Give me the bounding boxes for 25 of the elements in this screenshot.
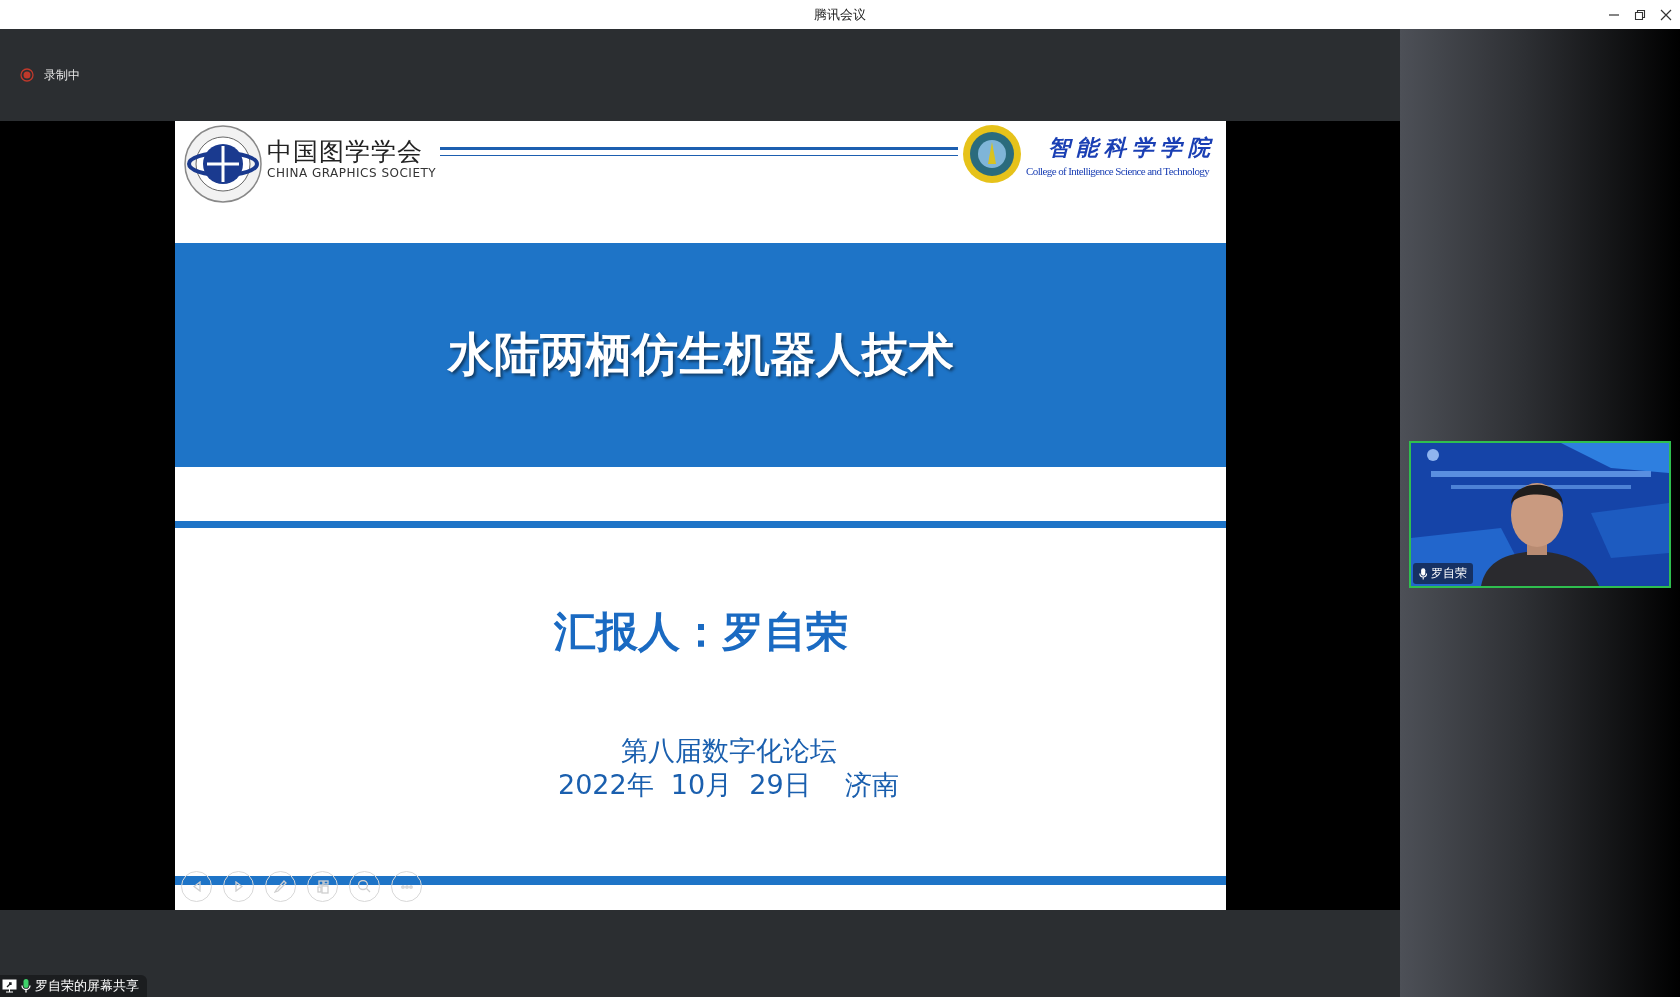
society-logo-icon <box>183 124 263 204</box>
recording-icon <box>20 68 34 82</box>
presenter-text: 汇报人：罗自荣 <box>552 606 849 658</box>
window-title: 腾讯会议 <box>814 5 866 24</box>
microphone-icon <box>21 979 31 993</box>
college-emblem-icon <box>962 124 1022 184</box>
layout-icon <box>316 879 329 894</box>
pen-icon <box>274 880 287 893</box>
participant-name: 罗自荣 <box>1431 565 1468 582</box>
society-name: 中国图学学会 <box>267 138 424 166</box>
more-icon <box>400 884 413 889</box>
date-place: 2022年 10月 29日 济南 <box>556 768 901 802</box>
society-name-english: CHINA GRAPHICS SOCIETY <box>267 166 437 180</box>
recording-label: 录制中 <box>44 66 80 84</box>
college-name-english: College of Intelligence Science and Technology <box>1026 165 1210 177</box>
event-name: 第八届数字化论坛 <box>619 734 838 768</box>
college-name: 智能科学学院 <box>1047 133 1216 162</box>
zoom-icon <box>358 880 371 893</box>
screen-share-label: 罗自荣的屏幕共享 <box>35 977 139 995</box>
next-icon <box>234 881 243 892</box>
slide-title: 水陆两栖仿生机器人技术 <box>447 326 954 383</box>
previous-icon <box>192 881 201 892</box>
close-icon[interactable] <box>1660 8 1672 21</box>
video-tile[interactable]: 罗自荣 <box>1409 441 1671 588</box>
restore-icon[interactable] <box>1634 8 1646 21</box>
